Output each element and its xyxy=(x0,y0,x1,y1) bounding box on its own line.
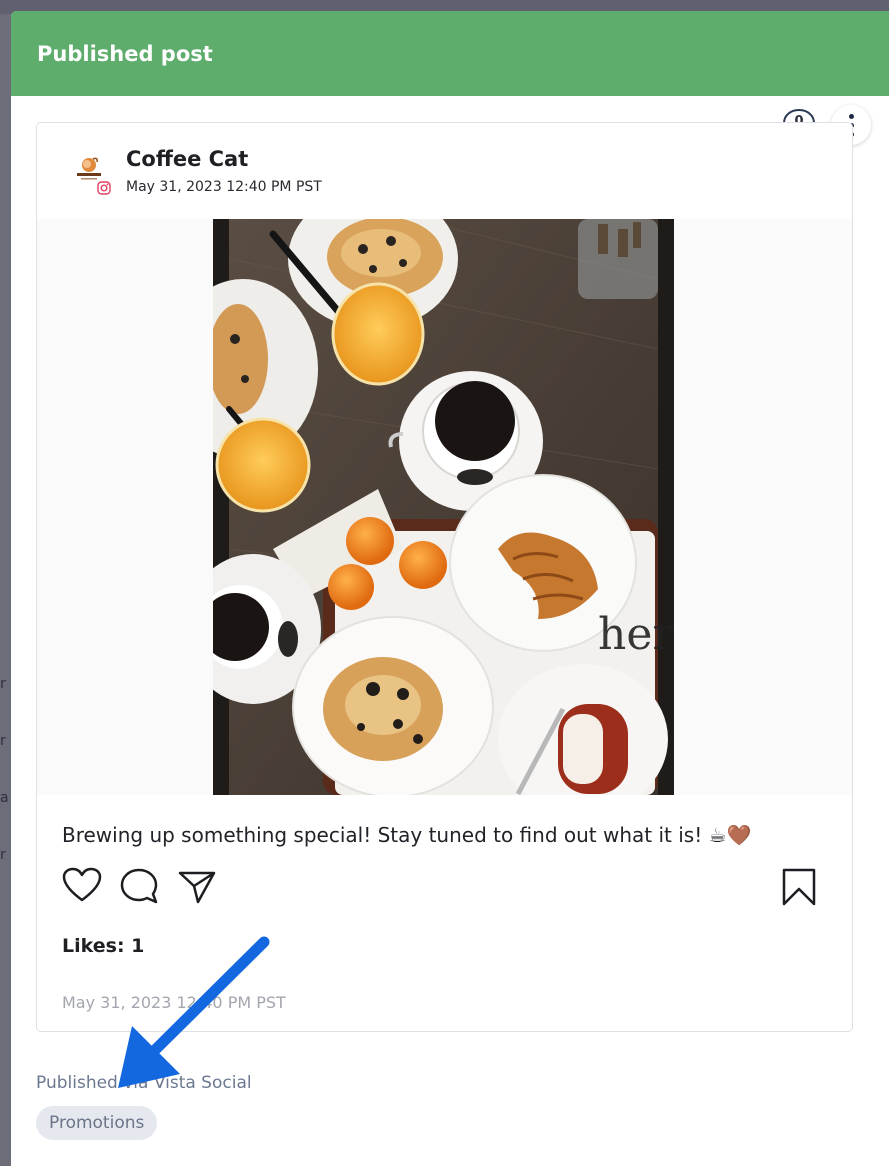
post-timestamp: May 31, 2023 12:40 PM PST xyxy=(126,179,322,195)
published-via-link[interactable]: Published via Vista Social xyxy=(36,1073,252,1093)
background-edge-text: a xyxy=(0,790,9,806)
profile-name: Coffee Cat xyxy=(126,147,249,171)
post-image: her xyxy=(213,219,674,795)
modal-header: Published post xyxy=(11,11,889,96)
background-edge-text: r xyxy=(0,676,6,692)
like-heart-icon[interactable] xyxy=(62,867,102,903)
modal-title: Published post xyxy=(37,41,213,66)
instagram-icon xyxy=(97,181,111,195)
comment-icon[interactable] xyxy=(119,867,159,905)
bookmark-icon[interactable] xyxy=(781,867,817,907)
background-edge-text: r xyxy=(0,847,6,863)
post-caption: Brewing up something special! Stay tuned… xyxy=(62,823,752,847)
post-preview-card: Coffee Cat May 31, 2023 12:40 PM PST her… xyxy=(36,122,853,1032)
background-edge-text: r xyxy=(0,733,6,749)
dot-icon xyxy=(848,113,854,119)
label-tag[interactable]: Promotions xyxy=(36,1106,158,1140)
svg-text:her: her xyxy=(598,609,674,660)
post-footer-timestamp: May 31, 2023 12:40 PM PST xyxy=(62,993,286,1012)
published-post-modal: Published post 0 Coffee Cat May 31, 2023… xyxy=(11,11,889,1166)
share-send-icon[interactable] xyxy=(177,869,217,905)
likes-count: Likes: 1 xyxy=(62,935,145,957)
media-container: her xyxy=(37,219,852,795)
